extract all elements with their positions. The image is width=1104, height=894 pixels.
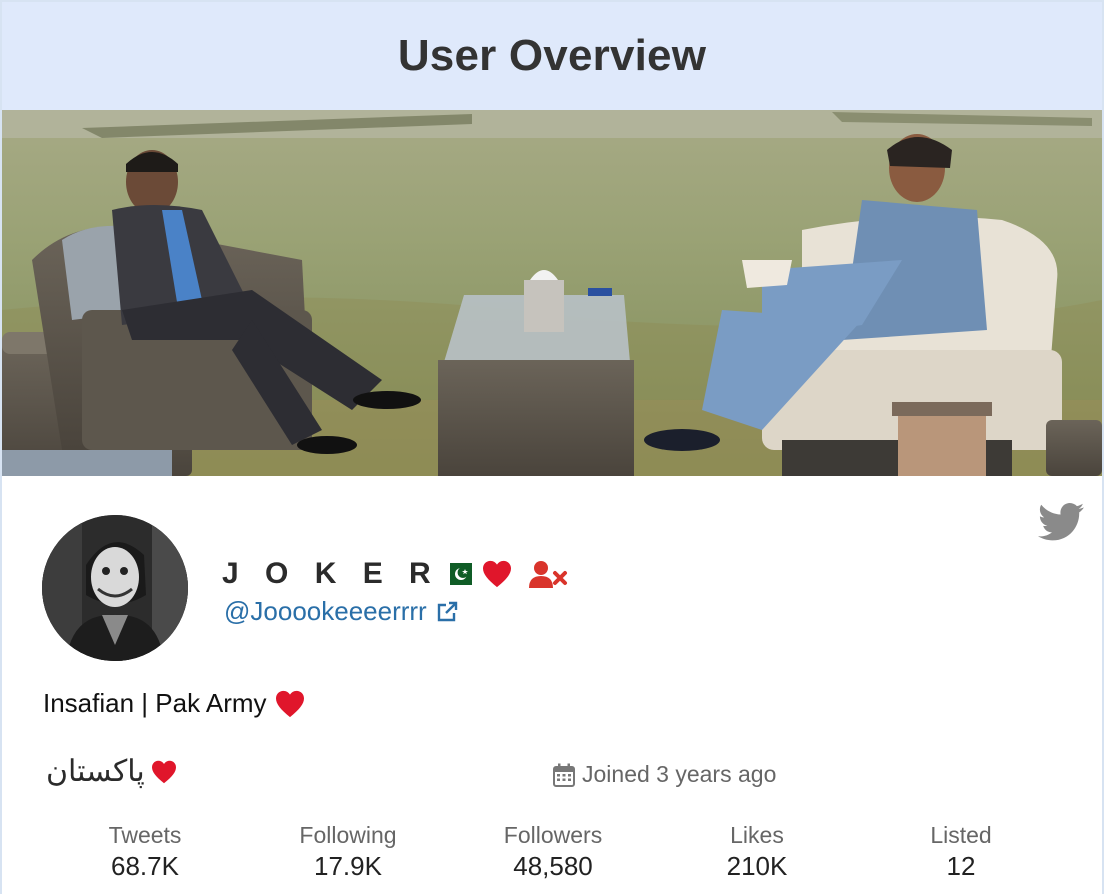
stat-followers[interactable]: Followers 48,580 xyxy=(468,820,638,882)
user-times-icon[interactable] xyxy=(528,559,568,589)
location: پاکستان xyxy=(46,754,177,789)
stat-tweets[interactable]: Tweets 68.7K xyxy=(60,820,230,882)
stat-label: Following xyxy=(299,822,397,848)
page-title: User Overview xyxy=(397,31,707,80)
red-heart-icon xyxy=(482,560,511,588)
stat-following[interactable]: Following 17.9K xyxy=(263,820,433,882)
red-heart-icon xyxy=(275,690,304,717)
banner-image xyxy=(2,110,1102,476)
stat-likes[interactable]: Likes 210K xyxy=(672,820,842,882)
handle-link[interactable]: @Jooookeeeerrrr xyxy=(224,596,427,627)
stat-value: 48,580 xyxy=(513,851,593,881)
red-heart-icon xyxy=(151,760,176,783)
stat-label: Tweets xyxy=(108,822,182,848)
stat-value: 17.9K xyxy=(314,851,382,881)
stats-row: Tweets 68.7K Following 17.9K Followers 4… xyxy=(44,820,1064,890)
pakistan-flag-icon xyxy=(441,563,472,585)
location-text: پاکستان xyxy=(46,754,145,789)
joined-info: Joined 3 years ago xyxy=(553,761,776,788)
calendar-icon xyxy=(553,763,575,787)
header-bar: User Overview xyxy=(2,2,1102,110)
stat-listed[interactable]: Listed 12 xyxy=(876,820,1046,882)
handle-row: @Jooookeeeerrrr xyxy=(224,596,459,627)
bio-text: Insafian | Pak Army xyxy=(43,688,267,718)
external-link-icon[interactable] xyxy=(435,600,459,624)
twitter-bird-icon[interactable] xyxy=(1038,502,1084,542)
avatar[interactable] xyxy=(42,515,188,661)
stat-label: Likes xyxy=(730,822,784,848)
stat-label: Followers xyxy=(503,822,603,848)
name-row: J O K E R xyxy=(222,554,568,594)
stat-value: 210K xyxy=(726,851,788,881)
bio: Insafian | Pak Army xyxy=(43,688,305,719)
display-name: J O K E R xyxy=(222,557,440,590)
user-overview-card: User Overview J O K E R @Jooookeeeerrrr … xyxy=(0,0,1104,894)
joined-text: Joined 3 years ago xyxy=(582,761,777,787)
stat-value: 68.7K xyxy=(111,851,179,881)
stat-label: Listed xyxy=(930,822,992,848)
stat-value: 12 xyxy=(946,851,976,881)
